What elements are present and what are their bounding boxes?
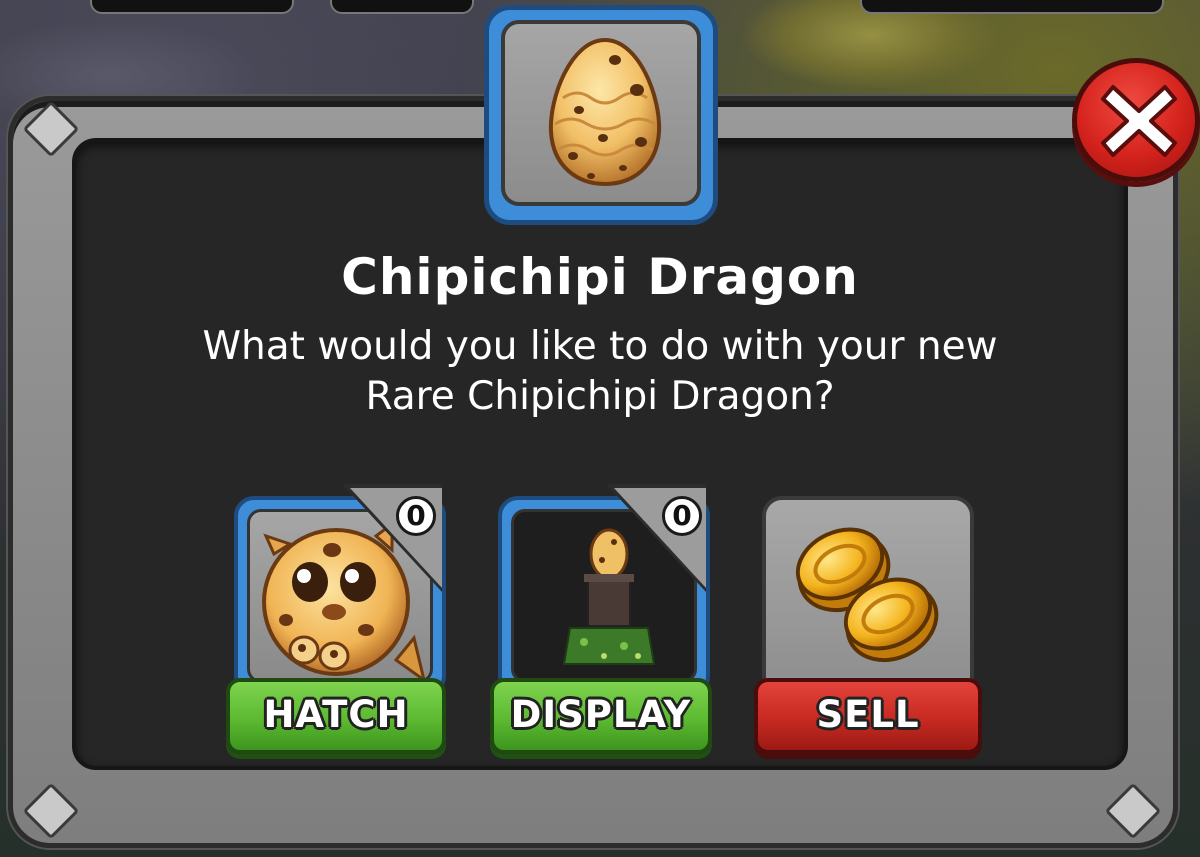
hatch-button[interactable]: HATCH [226, 678, 446, 754]
dialog-message: What would you like to do with your new … [0, 322, 1200, 422]
chipichipi-egg-icon [548, 37, 662, 186]
dialog-title: Chipichipi Dragon [341, 248, 859, 306]
close-icon [1101, 85, 1177, 157]
display-count-badge: 0 [662, 496, 702, 536]
close-button[interactable] [1072, 58, 1200, 182]
sell-option-card[interactable] [762, 496, 974, 696]
gold-coins-icon [795, 527, 939, 662]
hatch-count-badge: 0 [396, 496, 436, 536]
dialog-message-line-2: Rare Chipichipi Dragon? [365, 374, 835, 419]
sell-button[interactable]: SELL [754, 678, 982, 754]
egg-preview-slot [484, 5, 718, 225]
display-button[interactable]: DISPLAY [490, 678, 712, 754]
dialog-message-line-1: What would you like to do with your new [202, 324, 998, 369]
